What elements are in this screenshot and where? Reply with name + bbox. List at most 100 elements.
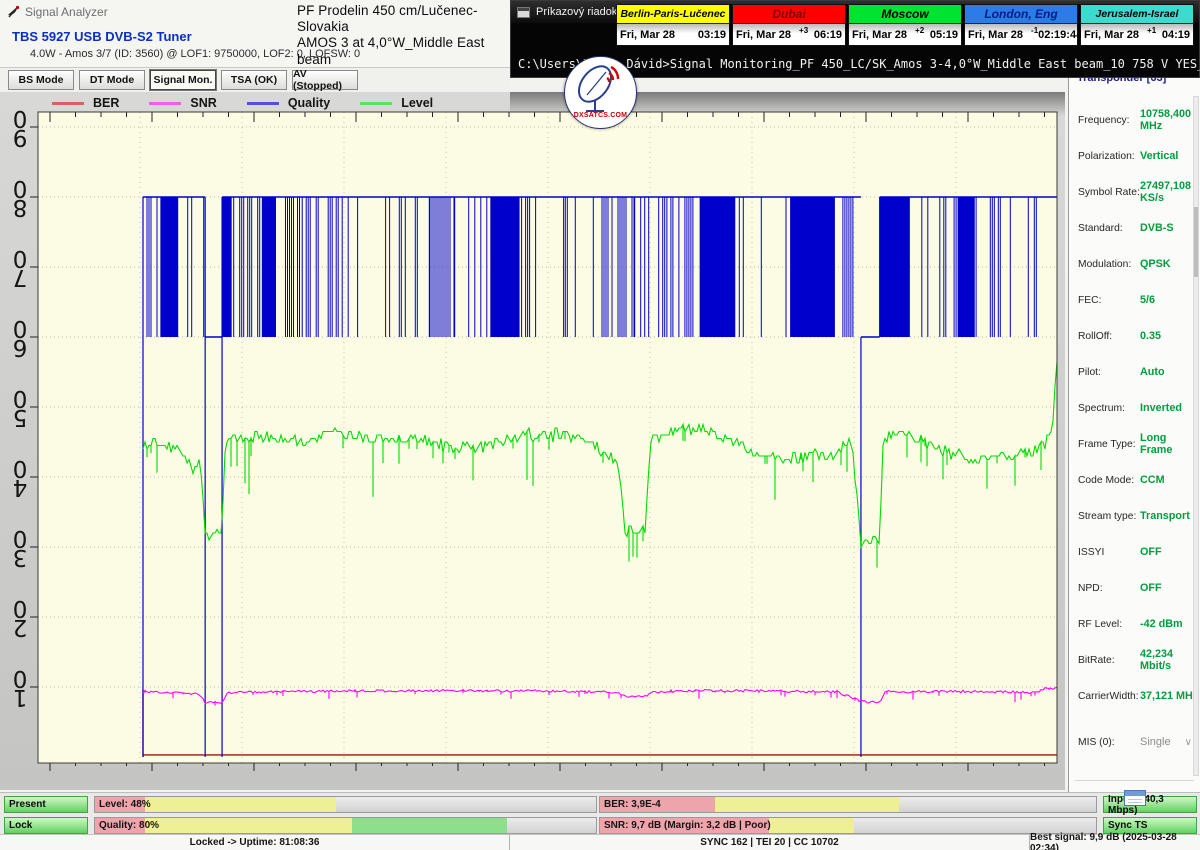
- tp-value: 42,234 Mbit/s: [1140, 648, 1200, 672]
- clock-time: 04:19: [1162, 29, 1190, 41]
- tp-label: Symbol Rate:: [1078, 187, 1140, 198]
- clock-city: Jerusalem-Israel: [1081, 5, 1193, 24]
- tp-label: Polarization:: [1078, 151, 1140, 162]
- clock-city: Moscow: [849, 5, 961, 24]
- tuner-name: TBS 5927 USB DVB-S2 Tuner: [12, 29, 192, 44]
- quality-meter-label: Quality: 80%: [99, 820, 159, 831]
- quality-meter-seg-2: [352, 818, 508, 833]
- quality-meter-seg-1: [145, 818, 351, 833]
- tp-label: Modulation:: [1078, 259, 1140, 270]
- tp-row-polarization: Polarization:Vertical: [1069, 138, 1200, 174]
- scrollbar-thumb[interactable]: [1194, 207, 1198, 277]
- level-meter-seg-1: [145, 797, 336, 812]
- tp-label: RollOff:: [1078, 331, 1140, 342]
- chevron-down-icon[interactable]: ∨: [1185, 737, 1192, 748]
- clock-offset: +2: [915, 26, 924, 35]
- tp-value: Inverted: [1140, 402, 1182, 414]
- y-digit: 0: [13, 458, 28, 477]
- quality-meter: Quality: 80%: [94, 817, 597, 834]
- clock-offset: -1: [1031, 26, 1038, 35]
- clock-city: Berlin-Paris-Lučenec: [617, 5, 729, 24]
- tp-row-rflevel: RF Level:-42 dBm: [1069, 606, 1200, 642]
- y-digit: 0: [13, 388, 28, 407]
- signal-plot: [0, 92, 1065, 790]
- tp-label: MIS (0):: [1078, 737, 1140, 748]
- tp-row-rolloff: RollOff:0.35: [1069, 318, 1200, 354]
- tab-bs-mode[interactable]: BS Mode: [8, 70, 74, 90]
- clock-body: Fri, Mar 28+306:19: [733, 24, 845, 45]
- ber-meter-seg-1: [715, 797, 899, 812]
- status-meter-rows: PresentLockLevel: 48%Quality: 80%BER: 3,…: [0, 792, 1200, 834]
- tp-row-fec: FEC:5/6: [1069, 282, 1200, 318]
- clock-offset: +1: [1147, 26, 1156, 35]
- clock-time: 03:19: [698, 29, 726, 41]
- tp-row-carrierwidth: CarrierWidth:37,121 MHz: [1069, 678, 1200, 714]
- transponder-footer: [1075, 780, 1194, 814]
- tp-label: RF Level:: [1078, 619, 1140, 630]
- y-tick-label-30: 30: [7, 528, 33, 566]
- clock-date: Fri, Mar 28: [736, 29, 791, 41]
- logo-text: DXSATCS.COM: [565, 112, 636, 119]
- clock-time: 05:19: [930, 29, 958, 41]
- mis-select[interactable]: Single: [1140, 736, 1171, 748]
- tp-value: OFF: [1140, 582, 1162, 594]
- clock-city: London, Eng: [965, 5, 1077, 24]
- y-digit: 0: [13, 668, 28, 687]
- tp-row-standard: Standard:DVB-S: [1069, 210, 1200, 246]
- tp-value: Transport: [1140, 510, 1190, 522]
- statusbar-best-signal: Best signal: 9,9 dB (2025-03-28 02:34): [1030, 835, 1200, 850]
- tp-row-streamtype: Stream type:Transport: [1069, 498, 1200, 534]
- tp-row-bitrate: BitRate:42,234 Mbit/s: [1069, 642, 1200, 678]
- y-tick-label-90: 90: [7, 108, 33, 146]
- transponder-table-icon[interactable]: [1124, 790, 1146, 806]
- lock-badge: Lock: [4, 817, 88, 834]
- y-digit: 0: [13, 318, 28, 337]
- tp-value: OFF: [1140, 546, 1162, 558]
- clock-3: London, EngFri, Mar 28-102:19:44: [964, 4, 1078, 46]
- clock-body: Fri, Mar 28-102:19:44: [965, 24, 1077, 45]
- clock-body: Fri, Mar 28 +1 04:19: [1081, 24, 1193, 45]
- level-meter: Level: 48%: [94, 796, 597, 813]
- tp-label: Frame Type:: [1078, 439, 1140, 450]
- tab-dt-mode[interactable]: DT Mode: [79, 70, 145, 90]
- clock-date: Fri, Mar 28: [852, 29, 907, 41]
- signal-chart-panel: BERSNRQualityLevel 908070605040302010: [0, 92, 1065, 790]
- tab-av-stopped-[interactable]: AV (Stopped): [292, 70, 358, 90]
- world-clocks: Berlin-Paris-Lučenec Fri, Mar 28 03:19 Duba…: [616, 4, 1194, 46]
- clock-body: Fri, Mar 28 +2 05:19: [849, 24, 961, 45]
- tp-row-issyi: ISSYIOFF: [1069, 534, 1200, 570]
- tp-label: ISSYI: [1078, 547, 1140, 558]
- y-digit: 0: [13, 178, 28, 197]
- tab-row: BS ModeDT ModeSignal Mon.TSA (OK)AV (Sto…: [0, 67, 510, 92]
- tp-label: BitRate:: [1078, 655, 1140, 666]
- clock-date: Fri, Mar 28: [1084, 29, 1139, 41]
- tp-value: Vertical: [1140, 150, 1178, 162]
- clock-city: Dubai: [733, 5, 845, 24]
- clock-1: DubaiFri, Mar 28+306:19: [732, 4, 846, 46]
- y-tick-label-60: 60: [7, 318, 33, 356]
- y-digit: 0: [13, 598, 28, 617]
- snr-meter: SNR: 9,7 dB (Margin: 3,2 dB | Poor): [599, 817, 1097, 834]
- ber-meter: BER: 3,9E-4: [599, 796, 1097, 813]
- bottom-statusbar: Locked -> Uptime: 81:08:36 SYNC 162 | TE…: [0, 834, 1200, 850]
- dxsatcs-logo: DXSATCS.COM: [564, 56, 637, 129]
- tp-row-frametype: Frame Type:Long Frame: [1069, 426, 1200, 462]
- site-info-line-1: AMOS 3 at 4,0°W_Middle East beam: [297, 35, 512, 67]
- tp-label: Code Mode:: [1078, 475, 1140, 486]
- window-title: Signal Analyzer: [25, 5, 108, 19]
- y-tick-label-20: 20: [7, 598, 33, 636]
- tab-tsa-ok-[interactable]: TSA (OK): [221, 70, 287, 90]
- app-header: Signal Analyzer TBS 5927 USB DVB-S2 Tune…: [0, 0, 510, 68]
- tp-label: Spectrum:: [1078, 403, 1140, 414]
- tp-value: QPSK: [1140, 258, 1171, 270]
- tp-row-spectrum: Spectrum:Inverted: [1069, 390, 1200, 426]
- panel-scrollbar[interactable]: [1193, 96, 1199, 776]
- tab-signal-mon-[interactable]: Signal Mon.: [150, 70, 216, 90]
- y-tick-label-10: 10: [7, 668, 33, 706]
- clock-time: 06:19: [814, 29, 842, 41]
- snr-meter-label: SNR: 9,7 dB (Margin: 3,2 dB | Poor): [604, 820, 771, 831]
- tp-label: Standard:: [1078, 223, 1140, 234]
- tp-value: 0.35: [1140, 330, 1161, 342]
- ber-meter-label: BER: 3,9E-4: [604, 799, 661, 810]
- tp-label: Frequency:: [1078, 115, 1140, 126]
